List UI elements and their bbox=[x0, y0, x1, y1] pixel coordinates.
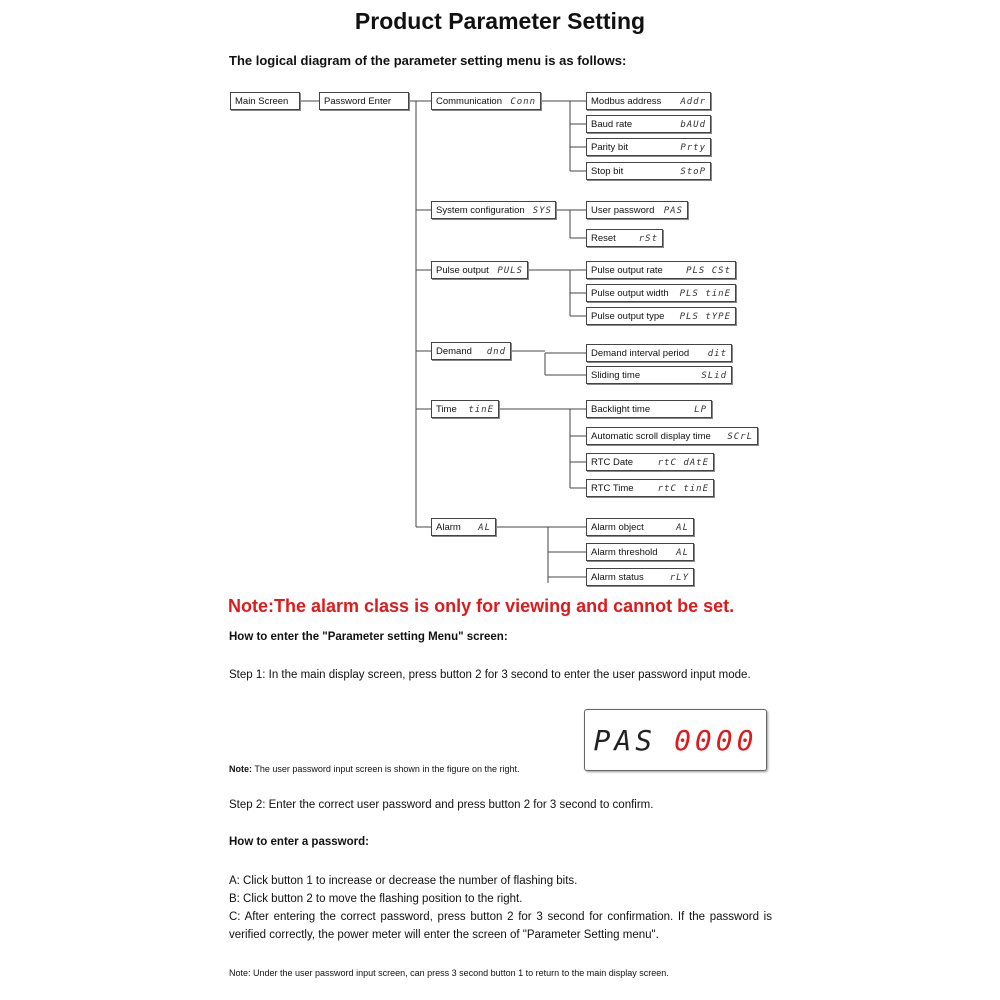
box-code: Addr bbox=[680, 97, 706, 107]
box-label: Password Enter bbox=[324, 96, 392, 107]
box-label: Pulse output bbox=[436, 265, 489, 276]
box-code: SCrL bbox=[727, 432, 753, 442]
box-code: rtC dAtE bbox=[657, 458, 709, 468]
item-pulse-output-width: Pulse output width PLS tinE bbox=[586, 284, 736, 302]
main-screen-box: Main Screen bbox=[230, 92, 300, 110]
box-label: Demand bbox=[436, 346, 472, 357]
group-time: Time tinE bbox=[431, 400, 499, 418]
pw-step-c: C: After entering the correct password, … bbox=[229, 911, 772, 941]
box-code: dit bbox=[707, 349, 727, 359]
box-label: Parity bit bbox=[591, 142, 628, 153]
box-label: Modbus address bbox=[591, 96, 662, 107]
item-pulse-output-rate: Pulse output rate PLS CSt bbox=[586, 261, 736, 279]
menu-diagram-lines bbox=[300, 100, 586, 583]
box-code: PULS bbox=[497, 266, 523, 276]
password-heading: How to enter a password: bbox=[229, 836, 369, 848]
enter-menu-heading: How to enter the "Parameter setting Menu… bbox=[229, 631, 508, 643]
box-label: Reset bbox=[591, 233, 616, 244]
item-parity-bit: Parity bit Prty bbox=[586, 138, 711, 156]
box-code: rLY bbox=[669, 573, 689, 583]
box-code: AL bbox=[478, 523, 491, 533]
box-code: SLid bbox=[701, 371, 727, 381]
box-label: Demand interval period bbox=[591, 348, 690, 359]
box-label: RTC Time bbox=[591, 483, 634, 494]
box-code: tinE bbox=[468, 405, 494, 415]
box-label: Sliding time bbox=[591, 370, 641, 381]
box-code: StoP bbox=[680, 167, 706, 177]
box-label: Automatic scroll display time bbox=[591, 431, 711, 442]
box-code: bAUd bbox=[680, 120, 706, 130]
box-code: rtC tinE bbox=[657, 484, 709, 494]
note1-label: Note: bbox=[229, 764, 252, 774]
box-code: AL bbox=[676, 523, 689, 533]
box-code: PAS bbox=[663, 206, 683, 216]
item-sliding-time: Sliding time SLid bbox=[586, 366, 732, 384]
box-code: dnd bbox=[486, 347, 506, 357]
item-stop-bit: Stop bit StoP bbox=[586, 162, 711, 180]
box-label: Stop bit bbox=[591, 166, 624, 177]
group-demand: Demand dnd bbox=[431, 342, 511, 360]
step1-text: Step 1: In the main display screen, pres… bbox=[229, 669, 751, 681]
item-baud-rate: Baud rate bAUd bbox=[586, 115, 711, 133]
box-label: Pulse output type bbox=[591, 311, 665, 322]
box-label: Baud rate bbox=[591, 119, 633, 130]
box-code: Conn bbox=[510, 97, 536, 107]
step2-text: Step 2: Enter the correct user password … bbox=[229, 799, 654, 811]
box-label: Alarm bbox=[436, 522, 461, 533]
box-code: PLS CSt bbox=[686, 266, 731, 276]
box-code: Prty bbox=[680, 143, 706, 153]
item-pulse-output-type: Pulse output type PLS tYPE bbox=[586, 307, 736, 325]
note1: Note: The user password input screen is … bbox=[229, 764, 519, 774]
box-label: Alarm object bbox=[591, 522, 644, 533]
box-code: LP bbox=[694, 405, 707, 415]
alarm-note: Note:The alarm class is only for viewing… bbox=[228, 596, 735, 616]
group-pulse-output: Pulse output PULS bbox=[431, 261, 528, 279]
group-communication: Communication Conn bbox=[431, 92, 541, 110]
item-automatic-scroll-display-time: Automatic scroll display time SCrL bbox=[586, 427, 758, 445]
box-label: Main Screen bbox=[235, 96, 289, 107]
item-alarm-object: Alarm object AL bbox=[586, 518, 694, 536]
box-label: Pulse output rate bbox=[591, 265, 663, 276]
box-code: rSt bbox=[638, 234, 658, 244]
box-label: Communication bbox=[436, 96, 502, 107]
item-demand-interval-period: Demand interval period dit bbox=[586, 344, 732, 362]
item-reset: Reset rSt bbox=[586, 229, 663, 247]
box-label: Pulse output width bbox=[591, 288, 669, 299]
item-backlight-time: Backlight time LP bbox=[586, 400, 712, 418]
item-rtc-time: RTC Time rtC tinE bbox=[586, 479, 714, 497]
item-alarm-threshold: Alarm threshold AL bbox=[586, 543, 694, 561]
box-code: PLS tinE bbox=[679, 289, 731, 299]
box-label: Backlight time bbox=[591, 404, 651, 415]
lcd-display: PAS 0000 bbox=[584, 709, 767, 771]
box-label: User password bbox=[591, 205, 655, 216]
item-alarm-status: Alarm status rLY bbox=[586, 568, 694, 586]
lcd-right: 0000 bbox=[674, 723, 758, 757]
lcd-left: PAS bbox=[593, 723, 657, 757]
box-code: AL bbox=[676, 548, 689, 558]
pw-step-b: B: Click button 2 to move the flashing p… bbox=[229, 893, 523, 905]
box-code: PLS tYPE bbox=[679, 312, 731, 322]
item-rtc-date: RTC Date rtC dAtE bbox=[586, 453, 714, 471]
note1-text: The user password input screen is shown … bbox=[252, 764, 520, 774]
note2: Note: Under the user password input scre… bbox=[229, 968, 669, 978]
item-user-password: User password PAS bbox=[586, 201, 688, 219]
group-system-configuration: System configuration SYS bbox=[431, 201, 556, 219]
box-label: RTC Date bbox=[591, 457, 634, 468]
box-label: Alarm threshold bbox=[591, 547, 658, 558]
box-label: System configuration bbox=[436, 205, 525, 216]
box-label: Time bbox=[436, 404, 457, 415]
pw-step-a: A: Click button 1 to increase or decreas… bbox=[229, 875, 578, 887]
box-label: Alarm status bbox=[591, 572, 644, 583]
box-code: SYS bbox=[532, 206, 552, 216]
item-modbus-address: Modbus address Addr bbox=[586, 92, 711, 110]
password-enter-box: Password Enter bbox=[319, 92, 409, 110]
group-alarm: Alarm AL bbox=[431, 518, 496, 536]
